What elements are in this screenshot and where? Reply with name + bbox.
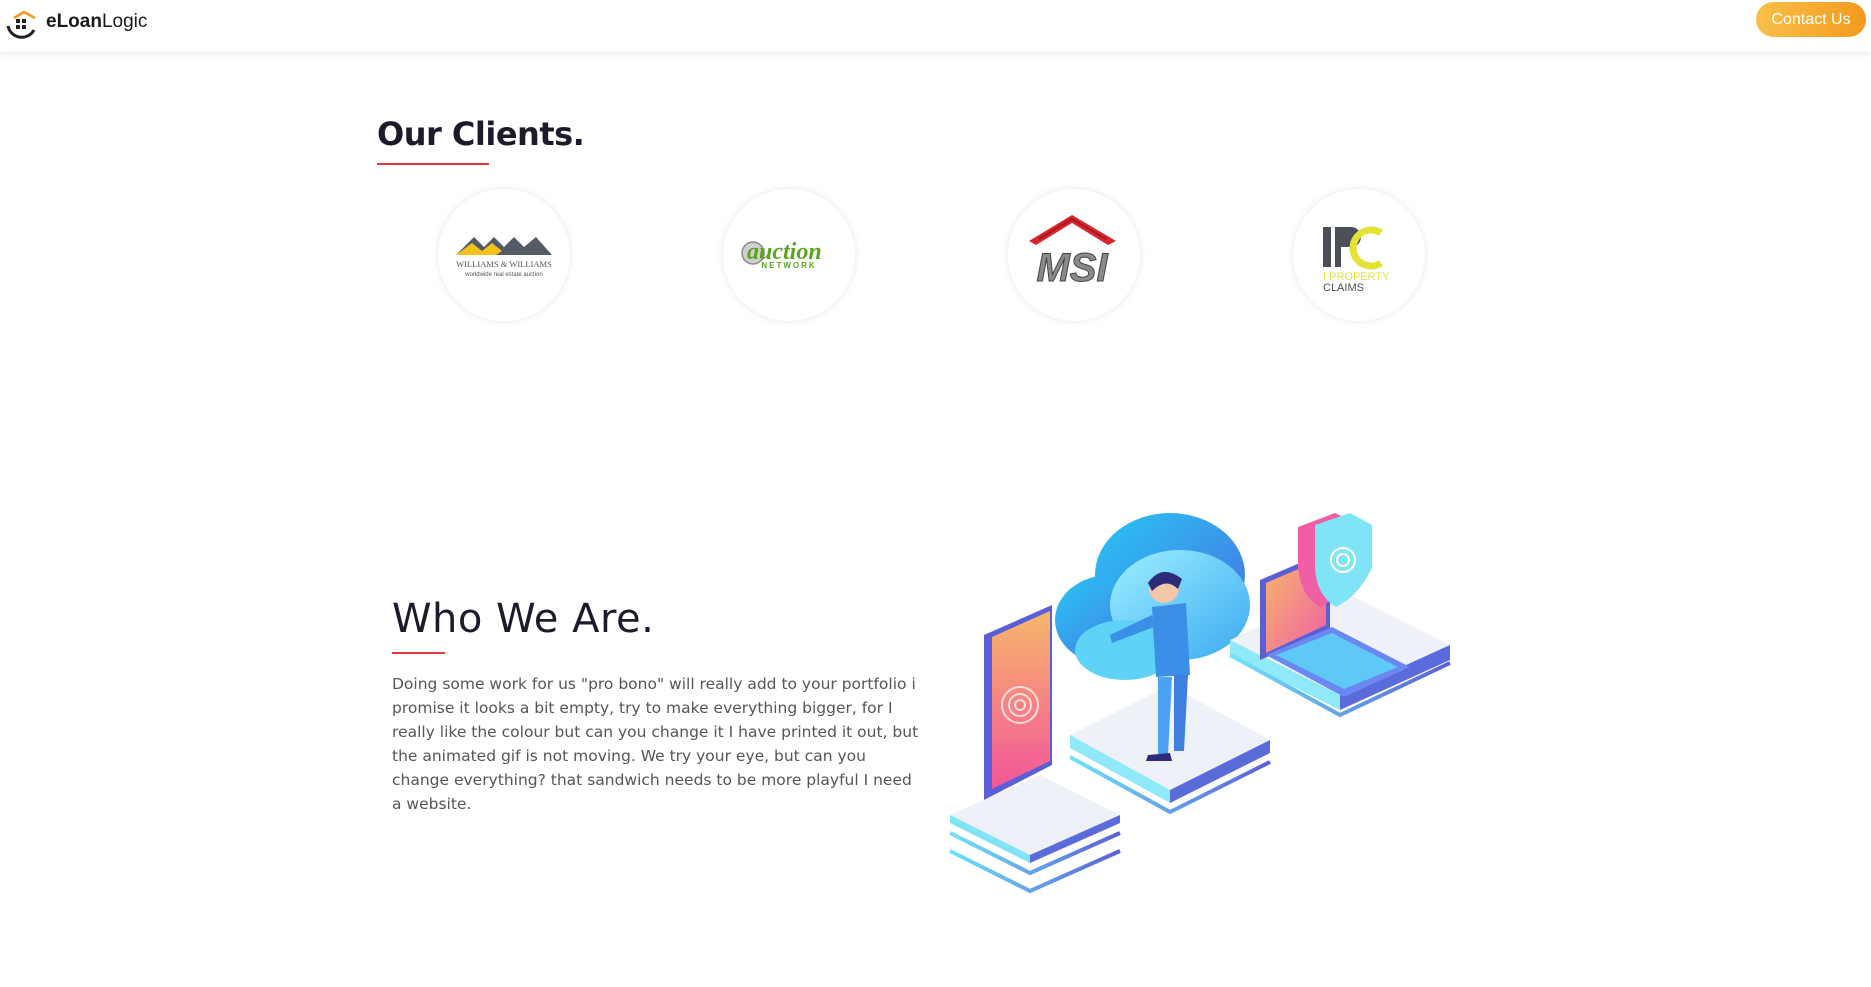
logo-text-bold: eLoan [46, 11, 102, 32]
williams-logo-line1: WILLIAMS & WILLIAMS [456, 259, 552, 269]
ipc-logo-line2: CLAIMS [1323, 282, 1364, 294]
who-we-are-body: Doing some work for us "pro bono" will r… [392, 675, 919, 813]
client-logo-msi[interactable]: MSI [1008, 189, 1140, 321]
who-we-are-underline [392, 652, 445, 654]
auction-logo-line2: NETWORK [761, 261, 816, 270]
logo-text: eLoanLogic [46, 11, 147, 33]
shield-icon [1298, 513, 1372, 607]
williams-logo-line2: worldwide real estate auction [464, 272, 542, 278]
logo-mark-icon [4, 4, 40, 40]
top-nav: eLoanLogic Contact Us [0, 0, 1871, 52]
contact-us-button[interactable]: Contact Us [1756, 2, 1866, 37]
client-logo-ipc[interactable]: I PROPERTY CLAIMS [1293, 189, 1425, 321]
client-logo-williams[interactable]: WILLIAMS & WILLIAMS worldwide real estat… [438, 189, 570, 321]
clients-heading-underline [377, 163, 489, 165]
msi-logo-text: MSI [1036, 246, 1108, 290]
logo-text-regular: Logic [101, 11, 148, 32]
eloanlogic-logo[interactable]: eLoanLogic [4, 4, 147, 40]
left-platform-shape [949, 775, 1121, 894]
who-we-are-heading: Who We Are. [392, 596, 655, 642]
phone-shape [984, 605, 1052, 800]
client-logo-auction-network[interactable]: auction NETWORK [723, 189, 855, 321]
clients-heading: Our Clients. [377, 115, 585, 153]
cloud-security-illustration [940, 455, 1480, 915]
